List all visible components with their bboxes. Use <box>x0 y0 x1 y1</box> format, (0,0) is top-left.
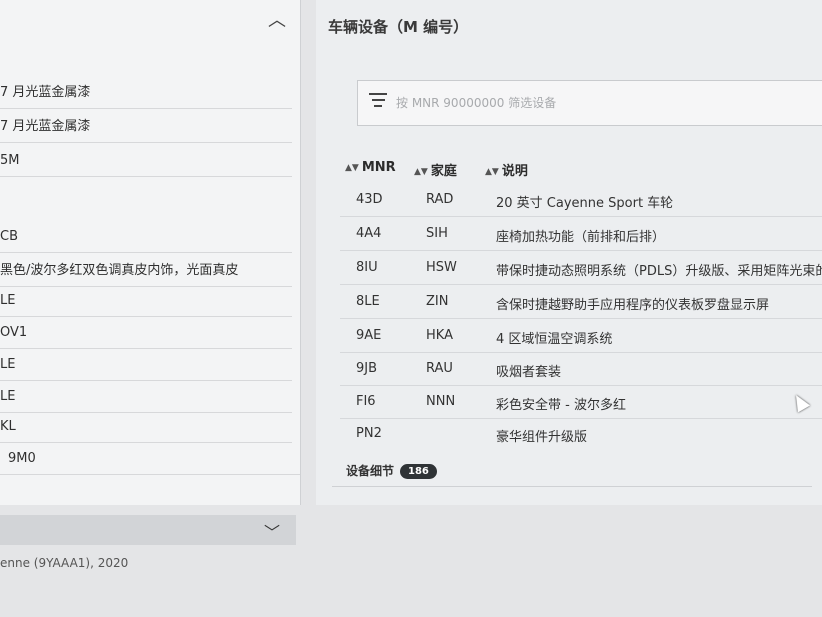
table-row[interactable]: 4A4 SIH 座椅加热功能（前排和后排） <box>340 218 822 251</box>
filter-placeholder: 按 MNR 90000000 筛选设备 <box>396 96 557 110</box>
cell-family: SIH <box>426 226 448 241</box>
details-count-badge: 186 <box>400 464 437 479</box>
cell-family: ZIN <box>426 294 449 309</box>
left-panel: ︿ 7 月光蓝金属漆 7 月光蓝金属漆 5M CB 黑色/波尔多红双色调真皮内饰… <box>0 0 301 505</box>
left-row: LE <box>0 286 292 317</box>
cell-mnr: 4A4 <box>356 226 382 241</box>
left-row: LE <box>0 382 292 413</box>
cell-description: 彩色安全带 - 波尔多红 <box>496 398 626 413</box>
collapsed-section-bar[interactable]: ﹀ <box>0 515 296 545</box>
table-row[interactable]: 8LE ZIN 含保时捷越野助手应用程序的仪表板罗盘显示屏 <box>340 286 822 319</box>
table-row[interactable]: PN2 豪华组件升级版 <box>340 418 822 450</box>
column-header-mnr[interactable]: ▲▼ MNR <box>345 160 396 175</box>
cell-description: 20 英寸 Cayenne Sport 车轮 <box>496 196 674 211</box>
cell-mnr: PN2 <box>356 426 382 441</box>
sort-icon[interactable]: ▲▼ <box>485 167 499 177</box>
cell-family: HKA <box>426 328 453 343</box>
vehicle-model-line: enne (9YAAA1), 2020 <box>0 556 129 570</box>
sort-icon[interactable]: ▲▼ <box>345 163 359 173</box>
cell-family: NNN <box>426 394 456 409</box>
left-row: 7 月光蓝金属漆 <box>0 78 292 109</box>
cell-description: 含保时捷越野助手应用程序的仪表板罗盘显示屏 <box>496 298 770 313</box>
cell-family: RAU <box>426 361 453 376</box>
left-row: 7 月光蓝金属漆 <box>0 112 292 143</box>
cell-family: HSW <box>426 260 457 275</box>
table-row[interactable]: FI6 NNN 彩色安全带 - 波尔多红 <box>340 386 822 419</box>
details-label: 设备细节 <box>346 464 395 478</box>
equipment-details: 设备细节 186 <box>346 462 437 479</box>
filter-input[interactable]: 按 MNR 90000000 筛选设备 <box>357 80 822 126</box>
filter-icon[interactable] <box>368 93 388 111</box>
cell-description: 4 区域恒温空调系统 <box>496 332 613 347</box>
cell-mnr: 43D <box>356 192 383 207</box>
table-row[interactable]: 9JB RAU 吸烟者套装 <box>340 353 822 386</box>
left-row: 5M <box>0 146 292 177</box>
left-row: LE <box>0 350 292 381</box>
left-row: OV1 <box>0 318 292 349</box>
left-row: 9M0 <box>0 444 300 475</box>
left-row: CB <box>0 222 292 253</box>
panel-title: 车辆设备（M 编号） <box>328 18 469 36</box>
cell-description: 豪华组件升级版 <box>496 430 588 445</box>
column-header-family[interactable]: ▲▼ 家庭 <box>414 160 457 179</box>
cell-mnr: 9JB <box>356 361 378 376</box>
cell-family: RAD <box>426 192 454 207</box>
cell-description: 座椅加热功能（前排和后排） <box>496 230 666 245</box>
table-row[interactable]: 8IU HSW 带保时捷动态照明系统（PDLS）升级版、采用矩阵光束的 <box>340 252 822 285</box>
cell-description: 带保时捷动态照明系统（PDLS）升级版、采用矩阵光束的 <box>496 264 822 279</box>
cell-mnr: 9AE <box>356 328 382 343</box>
divider <box>332 486 812 487</box>
table-row[interactable]: 43D RAD 20 英寸 Cayenne Sport 车轮 <box>340 184 822 217</box>
column-header-description[interactable]: ▲▼ 说明 <box>485 160 528 179</box>
cell-mnr: 8IU <box>356 260 378 275</box>
sort-icon[interactable]: ▲▼ <box>414 167 428 177</box>
chevron-up-icon[interactable]: ︿ <box>265 10 289 32</box>
cell-mnr: 8LE <box>356 294 380 309</box>
left-row: KL <box>0 412 292 443</box>
table-row[interactable]: 9AE HKA 4 区域恒温空调系统 <box>340 320 822 353</box>
left-row <box>0 180 292 210</box>
cell-mnr: FI6 <box>356 394 376 409</box>
chevron-down-icon[interactable]: ﹀ <box>264 519 280 543</box>
cell-description: 吸烟者套装 <box>496 365 562 380</box>
left-row: 黑色/波尔多红双色调真皮内饰，光面真皮 <box>0 256 292 287</box>
